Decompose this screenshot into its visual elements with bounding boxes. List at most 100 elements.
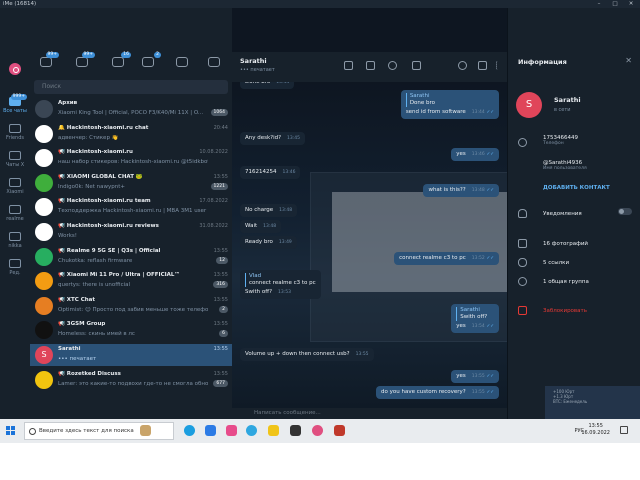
windows-start-icon[interactable] [6, 426, 16, 436]
chat-title[interactable]: Sarathi [240, 57, 267, 65]
read-check-icon: ✓✓ [486, 152, 494, 157]
channels-icon[interactable]: 2 [142, 52, 161, 67]
reply-quote[interactable]: Vlad connect realme c3 to pc [245, 273, 316, 287]
corner-widget-text: +100 Юрт +1.3 Юрт BTC: Еженедель [553, 389, 588, 404]
message-time: 13:54 [471, 324, 485, 329]
gallery-icon[interactable] [344, 61, 353, 70]
chat-list-item[interactable]: 📢 Xiaomi Mi 11 Pro / Ultra | OFFICIAL™ qu… [30, 270, 232, 292]
cortana-image-icon[interactable] [140, 425, 151, 436]
folder-tab[interactable]: Чаты X [0, 148, 30, 174]
profile-avatar[interactable]: S [516, 92, 542, 118]
sidebar-toggle-icon[interactable] [478, 61, 487, 70]
video-call-icon[interactable] [366, 61, 375, 70]
chats-icon[interactable]: 99+ [40, 52, 59, 67]
app-icon[interactable] [290, 425, 301, 436]
explorer-icon[interactable] [268, 425, 279, 436]
folder-tab[interactable]: Ред. [0, 256, 30, 282]
anydesk-icon[interactable] [334, 425, 345, 436]
info-panel: Информация ✕ S Sarathi в сети 17534664​4… [507, 8, 640, 419]
edge-icon[interactable] [184, 425, 195, 436]
chat-list-item[interactable]: 📢 Hackintosh-xiaomi.ru team Техподдержка … [30, 196, 232, 218]
app-logo-icon[interactable] [9, 63, 21, 75]
chat-avatar: S [35, 346, 53, 364]
phone-label: Телефон [543, 141, 564, 146]
message-list[interactable]: Done bro 13:44 Sarathi Done bro send id from… [232, 82, 507, 408]
chat-preview: Homeless: скинь имей в лс [58, 331, 135, 338]
translate-icon[interactable] [412, 61, 421, 70]
folder-label: realme [6, 216, 24, 222]
incoming-message[interactable]: Volume up + down then connect usb? 13:55 [240, 348, 374, 361]
groups-icon[interactable]: 16 [112, 52, 131, 67]
folder-label: Все чаты [3, 108, 27, 114]
notification-icon[interactable] [620, 426, 628, 434]
clock[interactable]: 13:55 16.09.2022 [581, 423, 610, 437]
chat-name: 📢 Hackintosh-xiaomi.ru team [58, 198, 151, 205]
incoming-message[interactable]: Done bro 13:44 [240, 82, 295, 89]
outgoing-message[interactable]: yes 13:46 ✓✓ [451, 148, 499, 161]
search-input[interactable]: Поиск [34, 80, 228, 94]
groups-link[interactable]: 1 общая группа [543, 279, 589, 285]
window-title: iMe (16814) [3, 1, 37, 7]
maximize-icon[interactable]: □ [608, 0, 622, 8]
block-button[interactable]: Заблокировать [543, 308, 587, 314]
close-info-icon[interactable]: ✕ [625, 56, 632, 65]
outgoing-message[interactable]: yes 13:55 ✓✓ [451, 370, 499, 383]
search-icon[interactable] [458, 61, 467, 70]
message-input[interactable]: Написать сообщение... [232, 408, 507, 419]
folder-tab[interactable]: nikka [0, 229, 30, 255]
chat-list-item[interactable]: Архив Xiaomi King Tool | Official, POCO F… [30, 98, 232, 120]
ime-app-icon[interactable] [312, 425, 323, 436]
reply-quote[interactable]: Sarathi Done bro [405, 93, 494, 107]
chat-list-item[interactable]: S Sarathi ••• печатает 13:55 [30, 344, 232, 366]
chat-list-item[interactable]: 📢 Hackintosh-xiaomi.ru reviews Works! 31.0… [30, 221, 232, 243]
chat-list-item[interactable]: 📢 Realme 9 5G SE | Q3s | Official Chukotk… [30, 246, 232, 268]
reply-quote[interactable]: Sarathi Swith off? [456, 307, 494, 321]
favorites-icon[interactable] [208, 57, 220, 67]
chat-list-item[interactable]: 📢 XIAOMI GLOBAL CHAT 🐸 Indigo0k: Net nawy… [30, 172, 232, 194]
incoming-message[interactable]: Ready bro 13:49 [240, 236, 297, 249]
close-icon[interactable]: ✕ [624, 0, 638, 8]
bots-icon[interactable] [176, 57, 188, 67]
store-icon[interactable] [205, 425, 216, 436]
outgoing-message[interactable]: what is this?? 13:48 ✓✓ [423, 184, 499, 197]
incoming-message[interactable]: Vlad connect realme c3 to pc Swith off? 13:… [240, 270, 321, 299]
photos-link[interactable]: 16 фотографий [543, 241, 588, 247]
chat-status: ••• печатает [240, 67, 275, 73]
outgoing-message[interactable]: do you have custom recovery? 13:55 ✓✓ [376, 386, 499, 399]
notifications-toggle[interactable] [618, 208, 632, 215]
chat-list-item[interactable]: 📢 Rozetked Discuss Lamer: это какие-то по… [30, 369, 232, 391]
chat-list-item[interactable]: 📢 3GSM Group Homeless: скинь имей в лс 13:… [30, 319, 232, 341]
chat-list-item[interactable]: 🔔 Hackintosh-xiaomi.ru chat адвенчер: Сти… [30, 123, 232, 145]
username-row[interactable]: @Sarathi4936 Имя пользователя [543, 160, 587, 171]
chat-list-item[interactable]: 📢 Hackintosh-xiaomi.ru наш набор стикеров… [30, 147, 232, 169]
notifications-label: Уведомления [543, 211, 582, 217]
folder-tab[interactable]: Friends [0, 121, 30, 147]
message-time: 13:52 [471, 256, 485, 261]
phone-row[interactable]: 17534664​49 Телефон [543, 135, 578, 146]
incoming-message[interactable]: Any desk?id? 13:45 [240, 132, 306, 145]
message-time: 13:48 [263, 224, 277, 229]
minimize-icon[interactable]: – [592, 0, 606, 8]
folder-tab[interactable]: realme [0, 202, 30, 228]
outgoing-message[interactable]: Sarathi Done bro send id from software 13:4… [400, 90, 499, 119]
more-menu-icon[interactable] [496, 61, 499, 70]
chat-list-item[interactable]: 📢 XTC Chat Optimist: 😊 Просто под забив м… [30, 295, 232, 317]
outgoing-message[interactable]: connect realme c3 to pc 13:52 ✓✓ [394, 252, 499, 265]
taskbar-search-input[interactable]: Введите здесь текст для поиска [24, 422, 174, 440]
read-check-icon: ✓✓ [486, 256, 494, 261]
outgoing-message[interactable]: Sarathi Swith off? yes 13:54 ✓✓ [451, 304, 499, 333]
incoming-message[interactable]: 716214254 13:46 [240, 166, 301, 179]
chat-time: 17.08.2022 [199, 198, 228, 205]
links-link[interactable]: 5 ссылки [543, 260, 569, 266]
folder-tab[interactable]: Xiaomi [0, 175, 30, 201]
add-contact-button[interactable]: ДОБАВИТЬ КОНТАКТ [543, 185, 610, 191]
folder-tab[interactable]: Все чаты 999+ [0, 94, 30, 120]
incoming-message[interactable]: No charge 13:48 [240, 204, 298, 217]
contacts-icon[interactable]: 99+ [76, 52, 95, 67]
letterbox-bottom [0, 443, 640, 480]
mail-icon[interactable] [226, 425, 237, 436]
telegram-icon[interactable] [246, 425, 257, 436]
unread-badge: 1221 [210, 182, 228, 190]
incoming-message[interactable]: Wait 13:48 [240, 220, 282, 233]
call-icon[interactable] [388, 61, 397, 70]
